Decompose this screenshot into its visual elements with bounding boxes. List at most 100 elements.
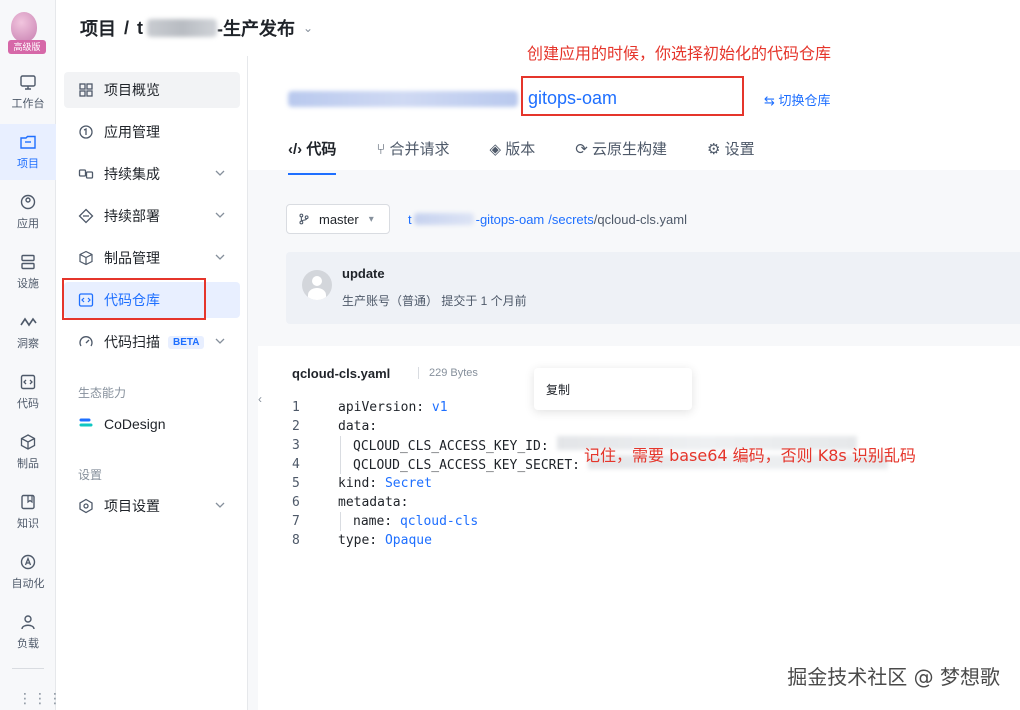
project-name-suffix[interactable]: -生产发布: [217, 15, 295, 41]
path-file: qcloud-cls.yaml: [597, 211, 687, 227]
chevron-down-icon[interactable]: [214, 166, 226, 182]
avatar-logo-icon: [11, 12, 37, 42]
rail-item-label: 洞察: [17, 338, 39, 350]
sidebar-item-label: 持续部署: [104, 208, 160, 224]
code-icon: [20, 374, 36, 390]
path-repo[interactable]: -gitops-oam: [476, 212, 545, 227]
server-icon: [21, 254, 35, 270]
beta-badge: BETA: [168, 335, 205, 349]
yaml-key: QCLOUD_CLS_ACCESS_KEY_ID:: [353, 439, 549, 454]
branch-row: master ▾ t -gitops-oam /secrets / qcloud…: [286, 204, 687, 234]
code-line: 7 name: qcloud-cls: [292, 512, 888, 531]
tab-3[interactable]: ⟳ 云原生构建: [575, 138, 667, 169]
rail-item-automation[interactable]: 自动化: [0, 544, 56, 600]
commit-meta: 生产账号（普通） 提交于 1 个月前: [342, 294, 527, 308]
codesign-icon: [79, 418, 93, 427]
rail-item-monitor[interactable]: 工作台: [0, 64, 56, 120]
chevron-down-icon[interactable]: ⌄: [303, 21, 313, 35]
line-number: 3: [292, 438, 300, 453]
rail-item-label: 工作台: [11, 98, 45, 110]
sidebar-item-label: 持续集成: [104, 166, 160, 182]
rail-item-project[interactable]: 项目: [0, 124, 56, 180]
yaml-key: apiVersion:: [338, 400, 425, 415]
line-number: 7: [292, 514, 300, 529]
tab-1[interactable]: ⑂ 合并请求: [376, 138, 449, 169]
chevron-down-icon[interactable]: [214, 208, 226, 224]
rail-item-app[interactable]: 应用: [0, 184, 56, 240]
book-icon: [21, 494, 35, 510]
sidebar-item-label: 代码扫描: [104, 334, 160, 350]
annotation-base64: 记住，需要 base64 编码，否则 K8s 识别乱码: [584, 446, 916, 465]
line-number: 8: [292, 533, 300, 548]
rail-item-label: 设施: [17, 278, 39, 290]
yaml-key: data:: [338, 419, 378, 434]
tab-2[interactable]: ◈ 版本: [490, 138, 536, 169]
sidebar-item-scan[interactable]: 代码扫描 BETA: [64, 324, 240, 360]
chevron-down-icon[interactable]: [214, 498, 226, 514]
project-icon: [20, 135, 36, 149]
repo-tabs: ‹/› 代码 ⑂ 合并请求 ◈ 版本 ⟳ 云原生构建 ⚙ 设置: [288, 138, 795, 175]
line-number: 6: [292, 495, 300, 510]
collapse-sidebar-icon[interactable]: ‹: [258, 392, 270, 416]
tab-0[interactable]: ‹/› 代码: [288, 138, 337, 175]
yaml-key: kind:: [338, 476, 378, 491]
avatar: [302, 270, 332, 300]
yaml-value: qcloud-cls: [392, 514, 479, 529]
sidebar-item-codesign[interactable]: CoDesign: [64, 406, 240, 442]
brand-logo[interactable]: 高级版: [8, 12, 46, 56]
yaml-value: Secret: [377, 476, 432, 491]
sidebar-item-artifact[interactable]: 制品管理: [64, 240, 240, 276]
rail-divider: [12, 668, 44, 669]
commit-message[interactable]: update: [342, 266, 385, 281]
chevron-down-icon[interactable]: [214, 334, 226, 350]
highlight-box-repo-name: [521, 76, 744, 116]
switch-repo-button[interactable]: ⇆ 切换仓库: [764, 90, 831, 109]
cube-icon: [20, 434, 36, 450]
sidebar-item-label: 制品管理: [104, 250, 160, 266]
path-prefix[interactable]: t: [408, 212, 412, 227]
chevron-down-icon[interactable]: [214, 250, 226, 266]
scan-icon: [79, 336, 93, 347]
project-name-prefix[interactable]: t: [137, 18, 143, 39]
rail-item-book[interactable]: 知识: [0, 484, 56, 540]
line-number: 1: [292, 400, 300, 415]
breadcrumb-root[interactable]: 项目: [80, 15, 116, 41]
rail-item-label: 项目: [17, 158, 39, 170]
rail-item-cube[interactable]: 制品: [0, 424, 56, 480]
rail-item-insight[interactable]: 洞察: [0, 304, 56, 360]
line-number: 5: [292, 476, 300, 491]
file-name: qcloud-cls.yaml: [292, 366, 391, 381]
sidebar-item-cd[interactable]: 持续部署: [64, 198, 240, 234]
app-icon: [20, 194, 36, 210]
main-content: gitops-oam ⇆ 切换仓库 ‹/› 代码 ⑂ 合并请求 ◈ 版本 ⟳ 云原生构…: [248, 56, 1020, 710]
app-manage-icon: [79, 125, 93, 139]
code-line: 1 apiVersion: v1: [292, 398, 888, 417]
annotation-repo: 创建应用的时候，你选择初始化的代码仓库: [527, 44, 832, 63]
rail-item-label: 自动化: [11, 578, 45, 590]
code-line: 5 kind: Secret: [292, 474, 888, 493]
cd-icon: [78, 208, 94, 224]
code-line: 8 type: Opaque: [292, 531, 888, 550]
sidebar-item-app-manage[interactable]: 应用管理: [64, 114, 240, 150]
rail-item-user-load[interactable]: 负载: [0, 604, 56, 660]
watermark: 掘金技术社区 @ 梦想歌: [787, 665, 1000, 689]
rail-item-server[interactable]: 设施: [0, 244, 56, 300]
sidebar-item-label: 应用管理: [104, 124, 160, 140]
sidebar-item-project-settings[interactable]: 项目设置: [64, 488, 240, 524]
hexagon-settings-icon: [79, 498, 93, 514]
redacted-path-segment: [413, 213, 474, 225]
tab-4[interactable]: ⚙ 设置: [707, 138, 755, 169]
file-size: 229 Bytes: [418, 367, 478, 379]
yaml-key: QCLOUD_CLS_ACCESS_KEY_SECRET:: [353, 458, 580, 473]
rail-item-label: 负载: [17, 638, 39, 650]
icon-rail: 高级版 工作台 项目 应用 设施 洞察 代码 制品 知识 自动化 负载 ⋮⋮⋮: [0, 0, 62, 710]
path-dir[interactable]: /secrets: [548, 212, 594, 227]
rail-item-code[interactable]: 代码: [0, 364, 56, 420]
yaml-key: name:: [353, 514, 393, 529]
yaml-value: Opaque: [377, 533, 432, 548]
sidebar-item-overview[interactable]: 项目概览: [64, 72, 240, 108]
sidebar-item-ci[interactable]: 持续集成: [64, 156, 240, 192]
redacted-project-name: [147, 19, 218, 37]
overview-icon: [79, 83, 93, 97]
branch-selector[interactable]: master ▾: [286, 204, 390, 234]
